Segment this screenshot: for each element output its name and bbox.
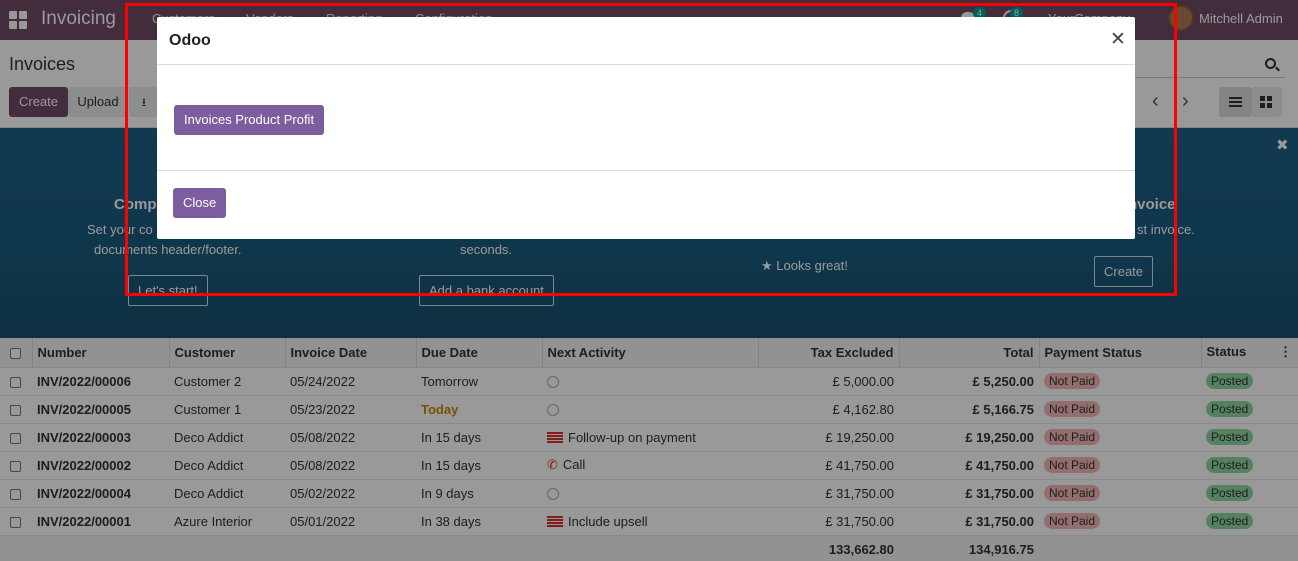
highlight-box (125, 3, 1177, 296)
